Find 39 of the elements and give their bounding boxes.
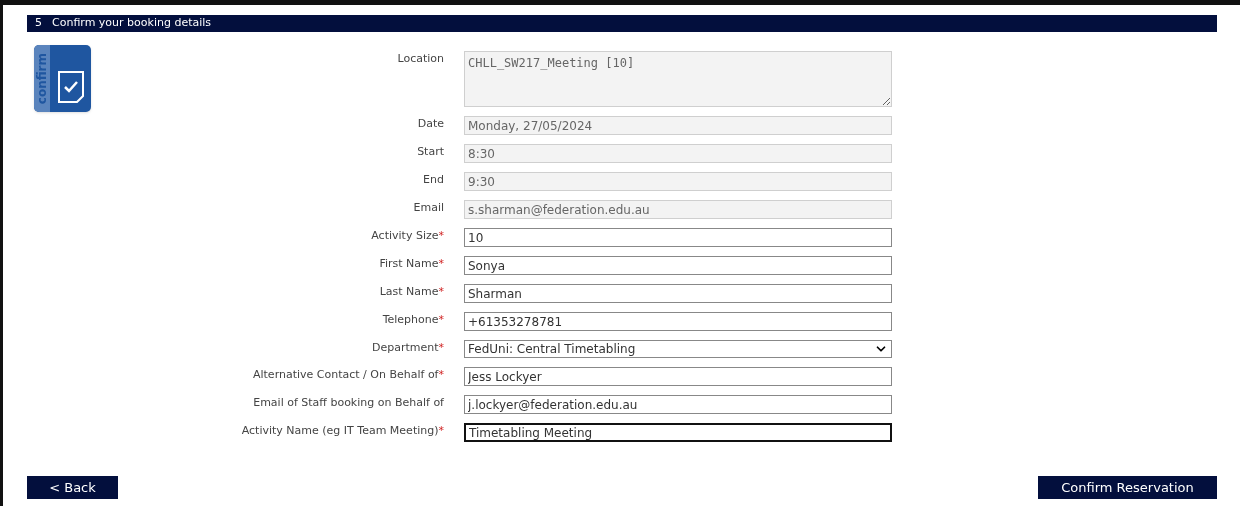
department-select[interactable]: FedUni: Central Timetabling (464, 340, 892, 358)
badge-label: confirm (34, 52, 50, 105)
field-label: Telephone* (381, 312, 445, 328)
back-button[interactable]: < Back (27, 476, 118, 499)
text-field[interactable]: s.sharman@federation.edu.au (464, 200, 892, 219)
required-asterisk: * (438, 313, 444, 326)
confirm-reservation-button[interactable]: Confirm Reservation (1038, 476, 1217, 499)
text-field[interactable]: Sonya (464, 256, 892, 275)
field-label: Date (416, 116, 445, 132)
text-field[interactable]: +61353278781 (464, 312, 892, 331)
field-label: Start (416, 144, 445, 160)
field-label: Activity Size* (370, 228, 445, 244)
field-label: Alternative Contact / On Behalf of* (251, 367, 445, 383)
text-field[interactable]: 8:30 (464, 144, 892, 163)
required-asterisk: * (438, 229, 444, 242)
text-field[interactable]: j.lockyer@federation.edu.au (464, 395, 892, 414)
required-asterisk: * (438, 341, 444, 354)
required-asterisk: * (438, 368, 444, 381)
document-check-icon (56, 70, 85, 104)
required-asterisk: * (438, 424, 444, 437)
step-number: 5 (35, 15, 42, 32)
field-label: End (422, 172, 445, 188)
section-title: Confirm your booking details (52, 15, 212, 32)
required-asterisk: * (438, 285, 444, 298)
required-asterisk: * (438, 257, 444, 270)
text-field[interactable]: Monday, 27/05/2024 (464, 116, 892, 135)
text-field[interactable]: Sharman (464, 284, 892, 303)
field-label: First Name* (378, 256, 445, 272)
field-label: Location (396, 51, 445, 67)
text-field[interactable]: 9:30 (464, 172, 892, 191)
text-field[interactable]: Timetabling Meeting (464, 423, 892, 442)
field-label: Email of Staff booking on Behalf of (252, 395, 445, 411)
text-field[interactable]: 10 (464, 228, 892, 247)
field-label: Activity Name (eg IT Team Meeting)* (240, 423, 445, 439)
field-label: Last Name* (378, 284, 445, 300)
location-field[interactable]: CHLL_SW217_Meeting [10] (464, 51, 892, 107)
field-label: Department* (370, 340, 445, 356)
field-label: Email (412, 200, 445, 216)
text-field[interactable]: Jess Lockyer (464, 367, 892, 386)
